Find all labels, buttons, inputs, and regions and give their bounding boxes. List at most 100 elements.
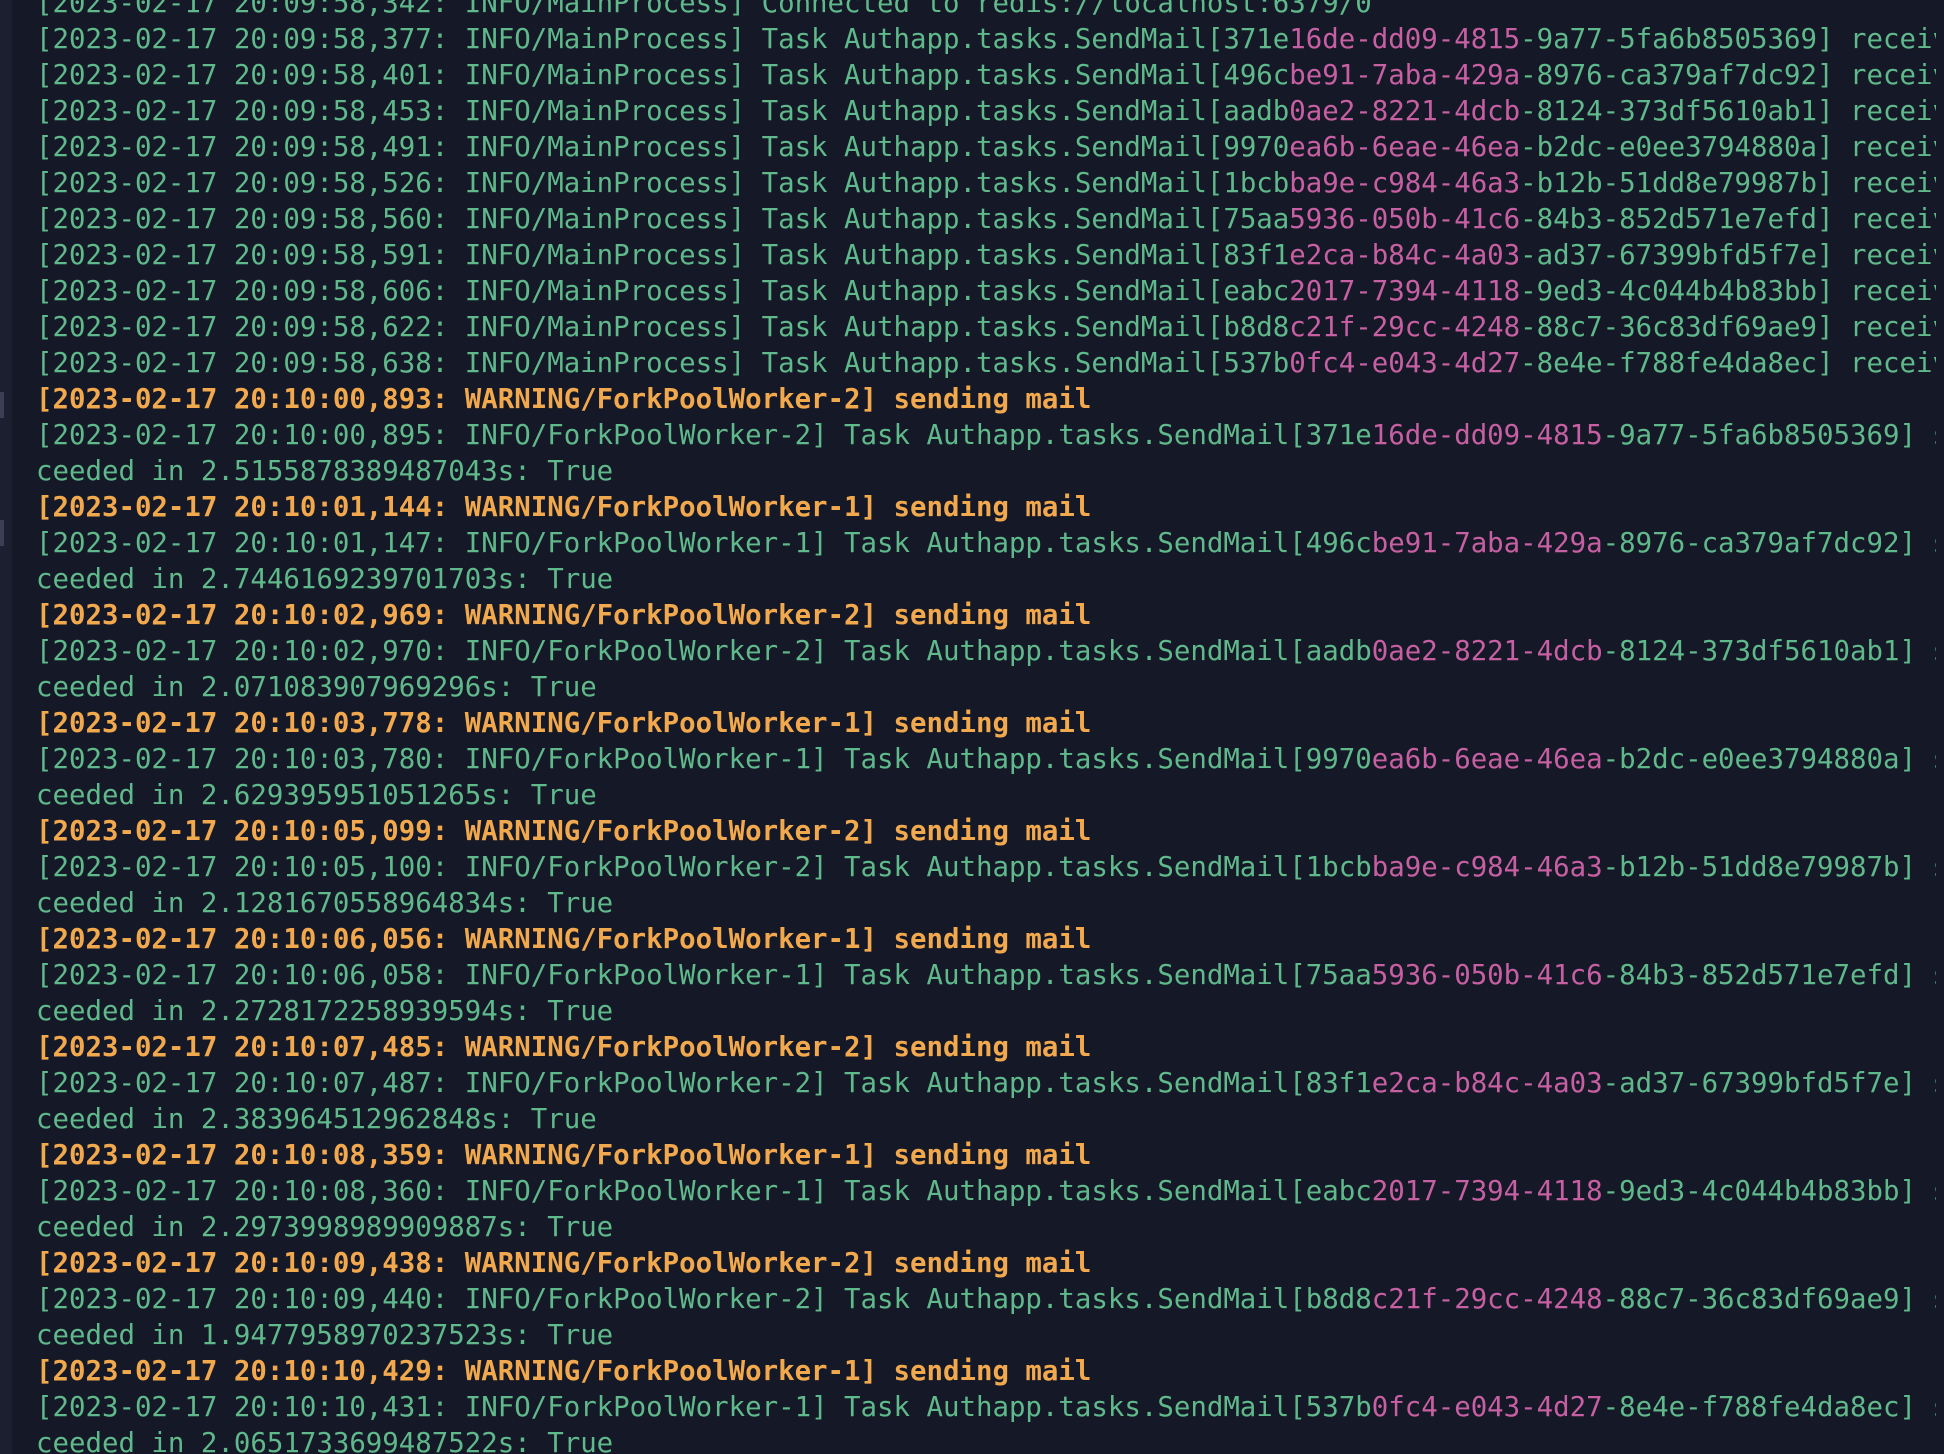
task-id-highlight: ea6b-6eae-46ea <box>1371 744 1603 775</box>
log-line-warning: [2023-02-17 20:10:05,099: WARNING/ForkPo… <box>36 814 1936 850</box>
log-status: ] suc <box>1899 1392 1936 1423</box>
log-line-continuation: ceeded in 2.7446169239701703s: True <box>36 562 1936 598</box>
log-prefix: [2023-02-17 20:09:58,591: INFO/MainProce… <box>36 240 1224 271</box>
warning-text: [2023-02-17 20:10:07,485: WARNING/ForkPo… <box>36 1032 1092 1063</box>
log-line-warning: [2023-02-17 20:10:00,893: WARNING/ForkPo… <box>36 382 1936 418</box>
log-text: ceeded in 2.7446169239701703s: True <box>36 564 614 595</box>
log-text: ceeded in 2.5155878389487043s: True <box>36 456 614 487</box>
warning-text: [2023-02-17 20:10:08,359: WARNING/ForkPo… <box>36 1140 1092 1171</box>
log-line-succeeded: [2023-02-17 20:10:00,895: INFO/ForkPoolW… <box>36 418 1936 454</box>
log-prefix: [2023-02-17 20:09:58,401: INFO/MainProce… <box>36 60 1224 91</box>
log-prefix: [2023-02-17 20:10:10,431: INFO/ForkPoolW… <box>36 1392 1306 1423</box>
task-id-highlight: c21f-29cc-4248 <box>1289 312 1521 343</box>
log-status: ] suc <box>1899 528 1936 559</box>
task-id-highlight: be91-7aba-429a <box>1289 60 1521 91</box>
log-prefix: [2023-02-17 20:10:07,487: INFO/ForkPoolW… <box>36 1068 1306 1099</box>
task-id-part: -ad37-67399bfd5f7e <box>1520 240 1818 271</box>
log-line-succeeded: [2023-02-17 20:10:08,360: INFO/ForkPoolW… <box>36 1174 1936 1210</box>
log-line-received: [2023-02-17 20:09:58,622: INFO/MainProce… <box>36 310 1936 346</box>
warning-text: [2023-02-17 20:10:10,429: WARNING/ForkPo… <box>36 1356 1092 1387</box>
log-line-continuation: ceeded in 2.1281670558964834s: True <box>36 886 1936 922</box>
log-line-warning: [2023-02-17 20:10:06,056: WARNING/ForkPo… <box>36 922 1936 958</box>
task-id-part: aadb <box>1305 636 1372 667</box>
task-id-highlight: 0fc4-e043-4d27 <box>1289 348 1521 379</box>
log-line-warning: [2023-02-17 20:10:01,144: WARNING/ForkPo… <box>36 490 1936 526</box>
task-id-highlight: be91-7aba-429a <box>1371 528 1603 559</box>
task-id-highlight: e2ca-b84c-4a03 <box>1289 240 1521 271</box>
task-id-part: -8e4e-f788fe4da8ec <box>1602 1392 1900 1423</box>
task-id-highlight: 16de-dd09-4815 <box>1371 420 1603 451</box>
log-line-continuation: ceeded in 2.0651733699487522s: True <box>36 1426 1936 1454</box>
log-line-continuation: ceeded in 2.5155878389487043s: True <box>36 454 1936 490</box>
log-prefix: [2023-02-17 20:10:06,058: INFO/ForkPoolW… <box>36 960 1306 991</box>
log-prefix: [2023-02-17 20:09:58,526: INFO/MainProce… <box>36 168 1224 199</box>
task-id-part: -8124-373df5610ab1 <box>1520 96 1818 127</box>
log-prefix: [2023-02-17 20:09:58,606: INFO/MainProce… <box>36 276 1224 307</box>
warning-text: [2023-02-17 20:10:02,969: WARNING/ForkPo… <box>36 600 1092 631</box>
task-id-part: 1bcb <box>1305 852 1372 883</box>
log-status: ] suc <box>1899 636 1936 667</box>
log-prefix: [2023-02-17 20:10:05,100: INFO/ForkPoolW… <box>36 852 1306 883</box>
log-line-warning: [2023-02-17 20:10:02,969: WARNING/ForkPo… <box>36 598 1936 634</box>
task-id-part: -8976-ca379af7dc92 <box>1602 528 1900 559</box>
task-id-highlight: 0ae2-8221-4dcb <box>1289 96 1521 127</box>
log-line-warning: [2023-02-17 20:10:10,429: WARNING/ForkPo… <box>36 1354 1936 1390</box>
terminal-window[interactable]: [2023-02-17 20:09:58,342: INFO/MainProce… <box>0 0 1944 1454</box>
task-id-part: 75aa <box>1305 960 1372 991</box>
task-id-highlight: 5936-050b-41c6 <box>1371 960 1603 991</box>
log-line-continuation: ceeded in 2.629395951051265s: True <box>36 778 1936 814</box>
log-text: [2023-02-17 20:09:58,342: INFO/MainProce… <box>36 0 1372 19</box>
log-status: ] suc <box>1899 960 1936 991</box>
log-line-continuation: ceeded in 1.9477958970237523s: True <box>36 1318 1936 1354</box>
log-status: ] received <box>1817 348 1936 379</box>
log-status: ] suc <box>1899 1176 1936 1207</box>
task-id-part: 371e <box>1223 24 1290 55</box>
log-line-received: [2023-02-17 20:09:58,491: INFO/MainProce… <box>36 130 1936 166</box>
task-id-part: 371e <box>1305 420 1372 451</box>
task-id-part: 9970 <box>1305 744 1372 775</box>
task-id-part: -88c7-36c83df69ae9 <box>1520 312 1818 343</box>
task-id-part: -b2dc-e0ee3794880a <box>1520 132 1818 163</box>
task-id-part: 83f1 <box>1305 1068 1372 1099</box>
task-id-part: 496c <box>1305 528 1372 559</box>
task-id-part: -9ed3-4c044b4b83bb <box>1602 1176 1900 1207</box>
log-line-continuation: ceeded in 2.383964512962848s: True <box>36 1102 1936 1138</box>
left-gutter <box>0 0 12 1454</box>
log-prefix: [2023-02-17 20:10:09,440: INFO/ForkPoolW… <box>36 1284 1306 1315</box>
log-prefix: [2023-02-17 20:09:58,377: INFO/MainProce… <box>36 24 1224 55</box>
log-line-received: [2023-02-17 20:09:58,453: INFO/MainProce… <box>36 94 1936 130</box>
gutter-marker <box>0 392 4 418</box>
task-id-part: 496c <box>1223 60 1290 91</box>
log-line-succeeded: [2023-02-17 20:10:09,440: INFO/ForkPoolW… <box>36 1282 1936 1318</box>
task-id-part: -8976-ca379af7dc92 <box>1520 60 1818 91</box>
task-id-highlight: e2ca-b84c-4a03 <box>1371 1068 1603 1099</box>
task-id-part: 75aa <box>1223 204 1290 235</box>
task-id-highlight: 0ae2-8221-4dcb <box>1371 636 1603 667</box>
task-id-part: -84b3-852d571e7efd <box>1520 204 1818 235</box>
task-id-part: 537b <box>1305 1392 1372 1423</box>
log-line-received: [2023-02-17 20:09:58,401: INFO/MainProce… <box>36 58 1936 94</box>
log-line-continuation: ceeded in 2.2728172258939594s: True <box>36 994 1936 1030</box>
log-line-received: [2023-02-17 20:09:58,560: INFO/MainProce… <box>36 202 1936 238</box>
log-status: ] received <box>1817 240 1936 271</box>
log-output: [2023-02-17 20:09:58,342: INFO/MainProce… <box>36 0 1936 1454</box>
log-prefix: [2023-02-17 20:10:03,780: INFO/ForkPoolW… <box>36 744 1306 775</box>
warning-text: [2023-02-17 20:10:01,144: WARNING/ForkPo… <box>36 492 1092 523</box>
log-line-succeeded: [2023-02-17 20:10:01,147: INFO/ForkPoolW… <box>36 526 1936 562</box>
log-line-succeeded: [2023-02-17 20:10:10,431: INFO/ForkPoolW… <box>36 1390 1936 1426</box>
log-line-received: [2023-02-17 20:09:58,526: INFO/MainProce… <box>36 166 1936 202</box>
task-id-highlight: 2017-7394-4118 <box>1371 1176 1603 1207</box>
log-status: ] suc <box>1899 852 1936 883</box>
log-prefix: [2023-02-17 20:09:58,560: INFO/MainProce… <box>36 204 1224 235</box>
log-text: ceeded in 2.1281670558964834s: True <box>36 888 614 919</box>
log-line-succeeded: [2023-02-17 20:10:03,780: INFO/ForkPoolW… <box>36 742 1936 778</box>
log-status: ] received <box>1817 132 1936 163</box>
log-text: ceeded in 2.071083907969296s: True <box>36 672 597 703</box>
task-id-highlight: 16de-dd09-4815 <box>1289 24 1521 55</box>
log-line-received: [2023-02-17 20:09:58,606: INFO/MainProce… <box>36 274 1936 310</box>
log-line-warning: [2023-02-17 20:10:08,359: WARNING/ForkPo… <box>36 1138 1936 1174</box>
log-prefix: [2023-02-17 20:10:01,147: INFO/ForkPoolW… <box>36 528 1306 559</box>
task-id-part: b8d8 <box>1305 1284 1372 1315</box>
task-id-part: eabc <box>1223 276 1290 307</box>
task-id-part: -9a77-5fa6b8505369 <box>1520 24 1818 55</box>
